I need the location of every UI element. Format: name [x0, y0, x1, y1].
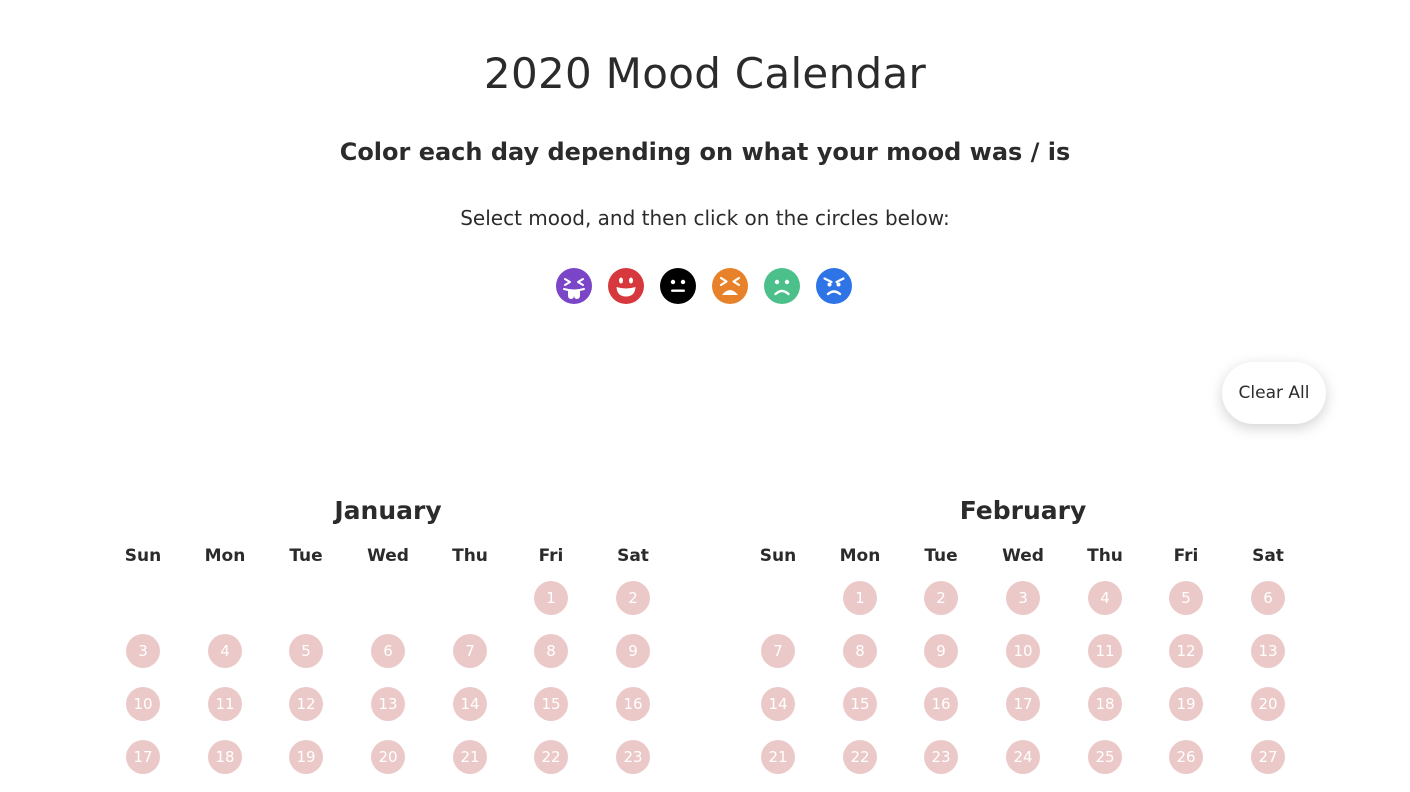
day-circle[interactable]: 10 [126, 687, 160, 721]
weekday-header: Sun [124, 546, 162, 566]
day-circle[interactable]: 2 [616, 581, 650, 615]
weekday-header: Mon [204, 546, 246, 566]
month-name: February [959, 496, 1087, 525]
day-circle[interactable]: 18 [208, 740, 242, 774]
day-circle[interactable]: 8 [843, 634, 877, 668]
day-circle[interactable]: 5 [1169, 581, 1203, 615]
weekday-header: Wed [1002, 546, 1044, 566]
weekday-header: Sat [1252, 546, 1284, 566]
weekday-header: Thu [452, 546, 488, 566]
month-name: January [334, 496, 442, 525]
month-february: February Sun Mon Tue Wed Thu Fri Sat 1 2 3 4 5 6 7 8 9 10… [736, 494, 1310, 792]
instruction-text: Select mood, and then click on the circl… [460, 206, 950, 230]
day-circle[interactable]: 23 [616, 740, 650, 774]
day-circle[interactable]: 3 [126, 634, 160, 668]
day-circle[interactable]: 19 [289, 740, 323, 774]
weekday-header: Sat [617, 546, 649, 566]
page-subtitle: Color each day depending on what your mo… [339, 138, 1071, 166]
month-january: January Sun Mon Tue Wed Thu Fri Sat 1 2 3 4 5 6 7 8 9 10 1… [101, 494, 675, 792]
day-circle[interactable]: 7 [761, 634, 795, 668]
day-circle[interactable]: 11 [1088, 634, 1122, 668]
day-circle[interactable]: 20 [1251, 687, 1285, 721]
day-circle[interactable]: 11 [208, 687, 242, 721]
day-circle[interactable]: 23 [924, 740, 958, 774]
day-circle[interactable]: 9 [924, 634, 958, 668]
clear-all-button[interactable]: Clear All [1222, 362, 1326, 424]
neutral-face-icon[interactable] [660, 268, 696, 304]
day-circle[interactable]: 21 [761, 740, 795, 774]
grinning-face-icon[interactable] [608, 268, 644, 304]
day-circle[interactable]: 27 [1251, 740, 1285, 774]
day-circle[interactable]: 12 [1169, 634, 1203, 668]
day-circle[interactable]: 15 [843, 687, 877, 721]
weekday-header: Sun [759, 546, 797, 566]
day-circle[interactable]: 18 [1088, 687, 1122, 721]
weekday-header: Wed [367, 546, 409, 566]
day-circle[interactable]: 14 [761, 687, 795, 721]
weekday-header: Mon [839, 546, 881, 566]
day-circle[interactable]: 12 [289, 687, 323, 721]
page-title: 2020 Mood Calendar [483, 49, 927, 98]
day-circle[interactable]: 19 [1169, 687, 1203, 721]
day-circle[interactable]: 6 [1251, 581, 1285, 615]
mood-selector [556, 268, 856, 306]
day-circle[interactable]: 17 [1006, 687, 1040, 721]
day-circle[interactable]: 13 [371, 687, 405, 721]
tongue-out-face-icon[interactable] [556, 268, 592, 304]
day-circle[interactable]: 4 [208, 634, 242, 668]
weekday-header: Tue [924, 546, 958, 566]
day-circle[interactable]: 1 [534, 581, 568, 615]
weekday-header: Fri [538, 546, 564, 566]
frowning-face-icon[interactable] [764, 268, 800, 304]
day-circle[interactable]: 20 [371, 740, 405, 774]
day-circle[interactable]: 16 [924, 687, 958, 721]
day-circle[interactable]: 17 [126, 740, 160, 774]
weekday-header: Fri [1173, 546, 1199, 566]
day-circle[interactable]: 4 [1088, 581, 1122, 615]
day-circle[interactable]: 22 [534, 740, 568, 774]
day-circle[interactable]: 25 [1088, 740, 1122, 774]
tired-face-icon[interactable] [712, 268, 748, 304]
day-circle[interactable]: 16 [616, 687, 650, 721]
day-circle[interactable]: 3 [1006, 581, 1040, 615]
day-circle[interactable]: 7 [453, 634, 487, 668]
day-circle[interactable]: 10 [1006, 634, 1040, 668]
day-circle[interactable]: 24 [1006, 740, 1040, 774]
day-circle[interactable]: 21 [453, 740, 487, 774]
angry-face-icon[interactable] [816, 268, 852, 304]
day-circle[interactable]: 14 [453, 687, 487, 721]
day-circle[interactable]: 22 [843, 740, 877, 774]
day-circle[interactable]: 5 [289, 634, 323, 668]
day-circle[interactable]: 9 [616, 634, 650, 668]
day-circle[interactable]: 2 [924, 581, 958, 615]
mood-calendar-page: 2020 Mood Calendar Color each day depend… [0, 0, 1410, 792]
day-circle[interactable]: 26 [1169, 740, 1203, 774]
day-circle[interactable]: 8 [534, 634, 568, 668]
day-circle[interactable]: 1 [843, 581, 877, 615]
day-circle[interactable]: 15 [534, 687, 568, 721]
weekday-header: Tue [289, 546, 323, 566]
day-circle[interactable]: 13 [1251, 634, 1285, 668]
day-circle[interactable]: 6 [371, 634, 405, 668]
weekday-header: Thu [1087, 546, 1123, 566]
